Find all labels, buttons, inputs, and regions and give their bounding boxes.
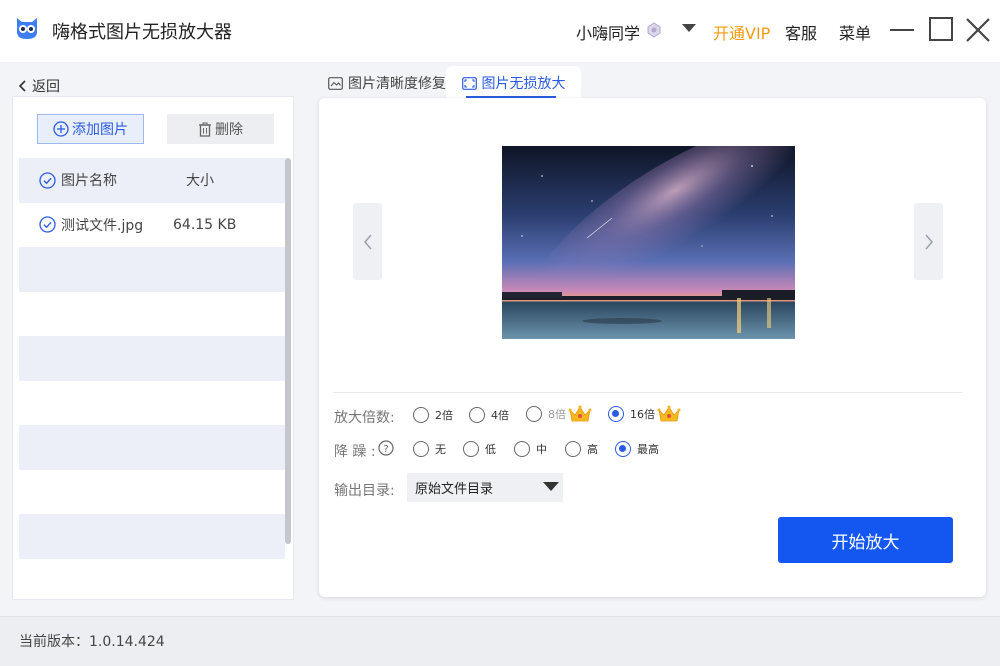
status-bar: 当前版本：1.0.14.424 <box>0 616 1000 666</box>
image-preview <box>502 146 795 339</box>
title-bar: 嗨格式图片无损放大器 小嗨同学 开通VIP 客服 菜单 <box>0 0 1000 62</box>
chevron-right-icon <box>924 233 934 251</box>
denoise-option-label: 低 <box>485 441 496 457</box>
svg-text:?: ? <box>383 444 388 455</box>
denoise-option-label: 高 <box>587 441 598 457</box>
user-level-icon <box>646 22 662 38</box>
close-button[interactable] <box>964 16 992 44</box>
crown-icon <box>657 404 681 424</box>
denoise-option-low[interactable]: 低 <box>463 441 496 457</box>
minimize-button[interactable] <box>890 29 914 31</box>
previous-image-button[interactable] <box>353 203 382 280</box>
scale-option-label: 8倍 <box>548 406 566 422</box>
empty-row <box>19 381 285 426</box>
output-dir-value: 原始文件目录 <box>415 478 493 497</box>
empty-row <box>19 470 285 515</box>
column-header-size: 大小 <box>171 170 285 190</box>
file-list-scrollbar[interactable] <box>285 158 291 544</box>
add-image-label: 添加图片 <box>72 119 128 139</box>
app-logo-icon <box>14 16 40 40</box>
tab-lossless-enlarge-label: 图片无损放大 <box>482 73 566 93</box>
denoise-option-highest[interactable]: 最高 <box>615 441 659 457</box>
app-title: 嗨格式图片无损放大器 <box>52 18 232 44</box>
radio-circle <box>608 406 624 422</box>
user-name[interactable]: 小嗨同学 <box>576 20 640 44</box>
denoise-option-label: 最高 <box>637 441 659 457</box>
radio-circle <box>615 441 631 457</box>
select-all-checkbox[interactable] <box>39 172 56 189</box>
file-size: 64.15 KB <box>171 217 285 233</box>
denoise-label: 降 躁 : <box>334 441 376 461</box>
section-divider <box>333 392 962 393</box>
customer-service-link[interactable]: 客服 <box>785 20 817 44</box>
empty-row <box>19 247 285 292</box>
denoise-option-label: 中 <box>536 441 547 457</box>
scale-option-2x[interactable]: 2倍 <box>413 407 453 423</box>
column-header-name: 图片名称 <box>61 170 117 190</box>
next-image-button[interactable] <box>914 203 943 280</box>
denoise-option-none[interactable]: 无 <box>413 441 446 457</box>
output-dir-label: 输出目录: <box>334 480 395 500</box>
scale-option-8x[interactable]: 8倍 <box>526 404 592 424</box>
version-text: 当前版本：1.0.14.424 <box>19 631 165 651</box>
tab-lossless-enlarge[interactable]: 图片无损放大 <box>446 66 581 100</box>
scale-option-4x[interactable]: 4倍 <box>469 407 509 423</box>
radio-circle <box>526 406 542 422</box>
table-row[interactable]: 测试文件.jpg 64.15 KB <box>19 203 285 248</box>
open-vip-link[interactable]: 开通VIP <box>713 20 770 44</box>
tab-clarity-repair[interactable]: 图片清晰度修复 <box>328 66 446 100</box>
radio-circle <box>413 407 429 423</box>
radio-circle <box>514 441 530 457</box>
back-link[interactable]: 返回 <box>18 76 60 96</box>
scale-option-16x[interactable]: 16倍 <box>608 404 681 424</box>
denoise-option-label: 无 <box>435 441 446 457</box>
chevron-left-icon <box>18 80 28 92</box>
help-icon[interactable]: ? <box>378 440 394 456</box>
maximize-button[interactable] <box>929 17 953 41</box>
back-label: 返回 <box>32 76 60 96</box>
file-list-panel: 添加图片 删除 图片名称 大小 <box>12 96 294 600</box>
delete-label: 删除 <box>215 119 243 139</box>
main-panel: 放大倍数: 2倍 4倍 8倍 16倍 降 躁 : ? <box>319 98 986 597</box>
scale-label: 放大倍数: <box>334 407 395 427</box>
empty-row <box>19 336 285 381</box>
output-dir-select[interactable]: 原始文件目录 <box>407 473 563 502</box>
scale-option-label: 4倍 <box>491 407 509 423</box>
empty-row <box>19 514 285 559</box>
menu-link[interactable]: 菜单 <box>839 20 871 44</box>
radio-circle <box>463 441 479 457</box>
start-enlarge-button[interactable]: 开始放大 <box>778 517 953 563</box>
file-table: 图片名称 大小 测试文件.jpg 64.15 KB <box>19 158 285 559</box>
empty-row <box>19 292 285 337</box>
plus-circle-icon <box>53 121 69 137</box>
dropdown-arrow-icon <box>543 482 559 491</box>
radio-circle <box>469 407 485 423</box>
denoise-option-high[interactable]: 高 <box>565 441 598 457</box>
trash-icon <box>198 122 212 137</box>
add-image-button[interactable]: 添加图片 <box>37 114 144 144</box>
radio-circle <box>413 441 429 457</box>
user-dropdown-icon[interactable] <box>682 24 696 32</box>
table-header-row: 图片名称 大小 <box>19 158 285 203</box>
chevron-left-icon <box>363 233 373 251</box>
enlarge-icon <box>462 77 477 90</box>
radio-circle <box>565 441 581 457</box>
image-icon <box>328 77 343 90</box>
denoise-option-medium[interactable]: 中 <box>514 441 547 457</box>
file-name: 测试文件.jpg <box>61 215 143 235</box>
scale-option-label: 16倍 <box>630 406 655 422</box>
tab-clarity-repair-label: 图片清晰度修复 <box>348 73 446 93</box>
crown-icon <box>568 404 592 424</box>
row-checkbox[interactable] <box>39 216 56 233</box>
scale-option-label: 2倍 <box>435 407 453 423</box>
empty-row <box>19 425 285 470</box>
delete-button[interactable]: 删除 <box>167 114 274 144</box>
